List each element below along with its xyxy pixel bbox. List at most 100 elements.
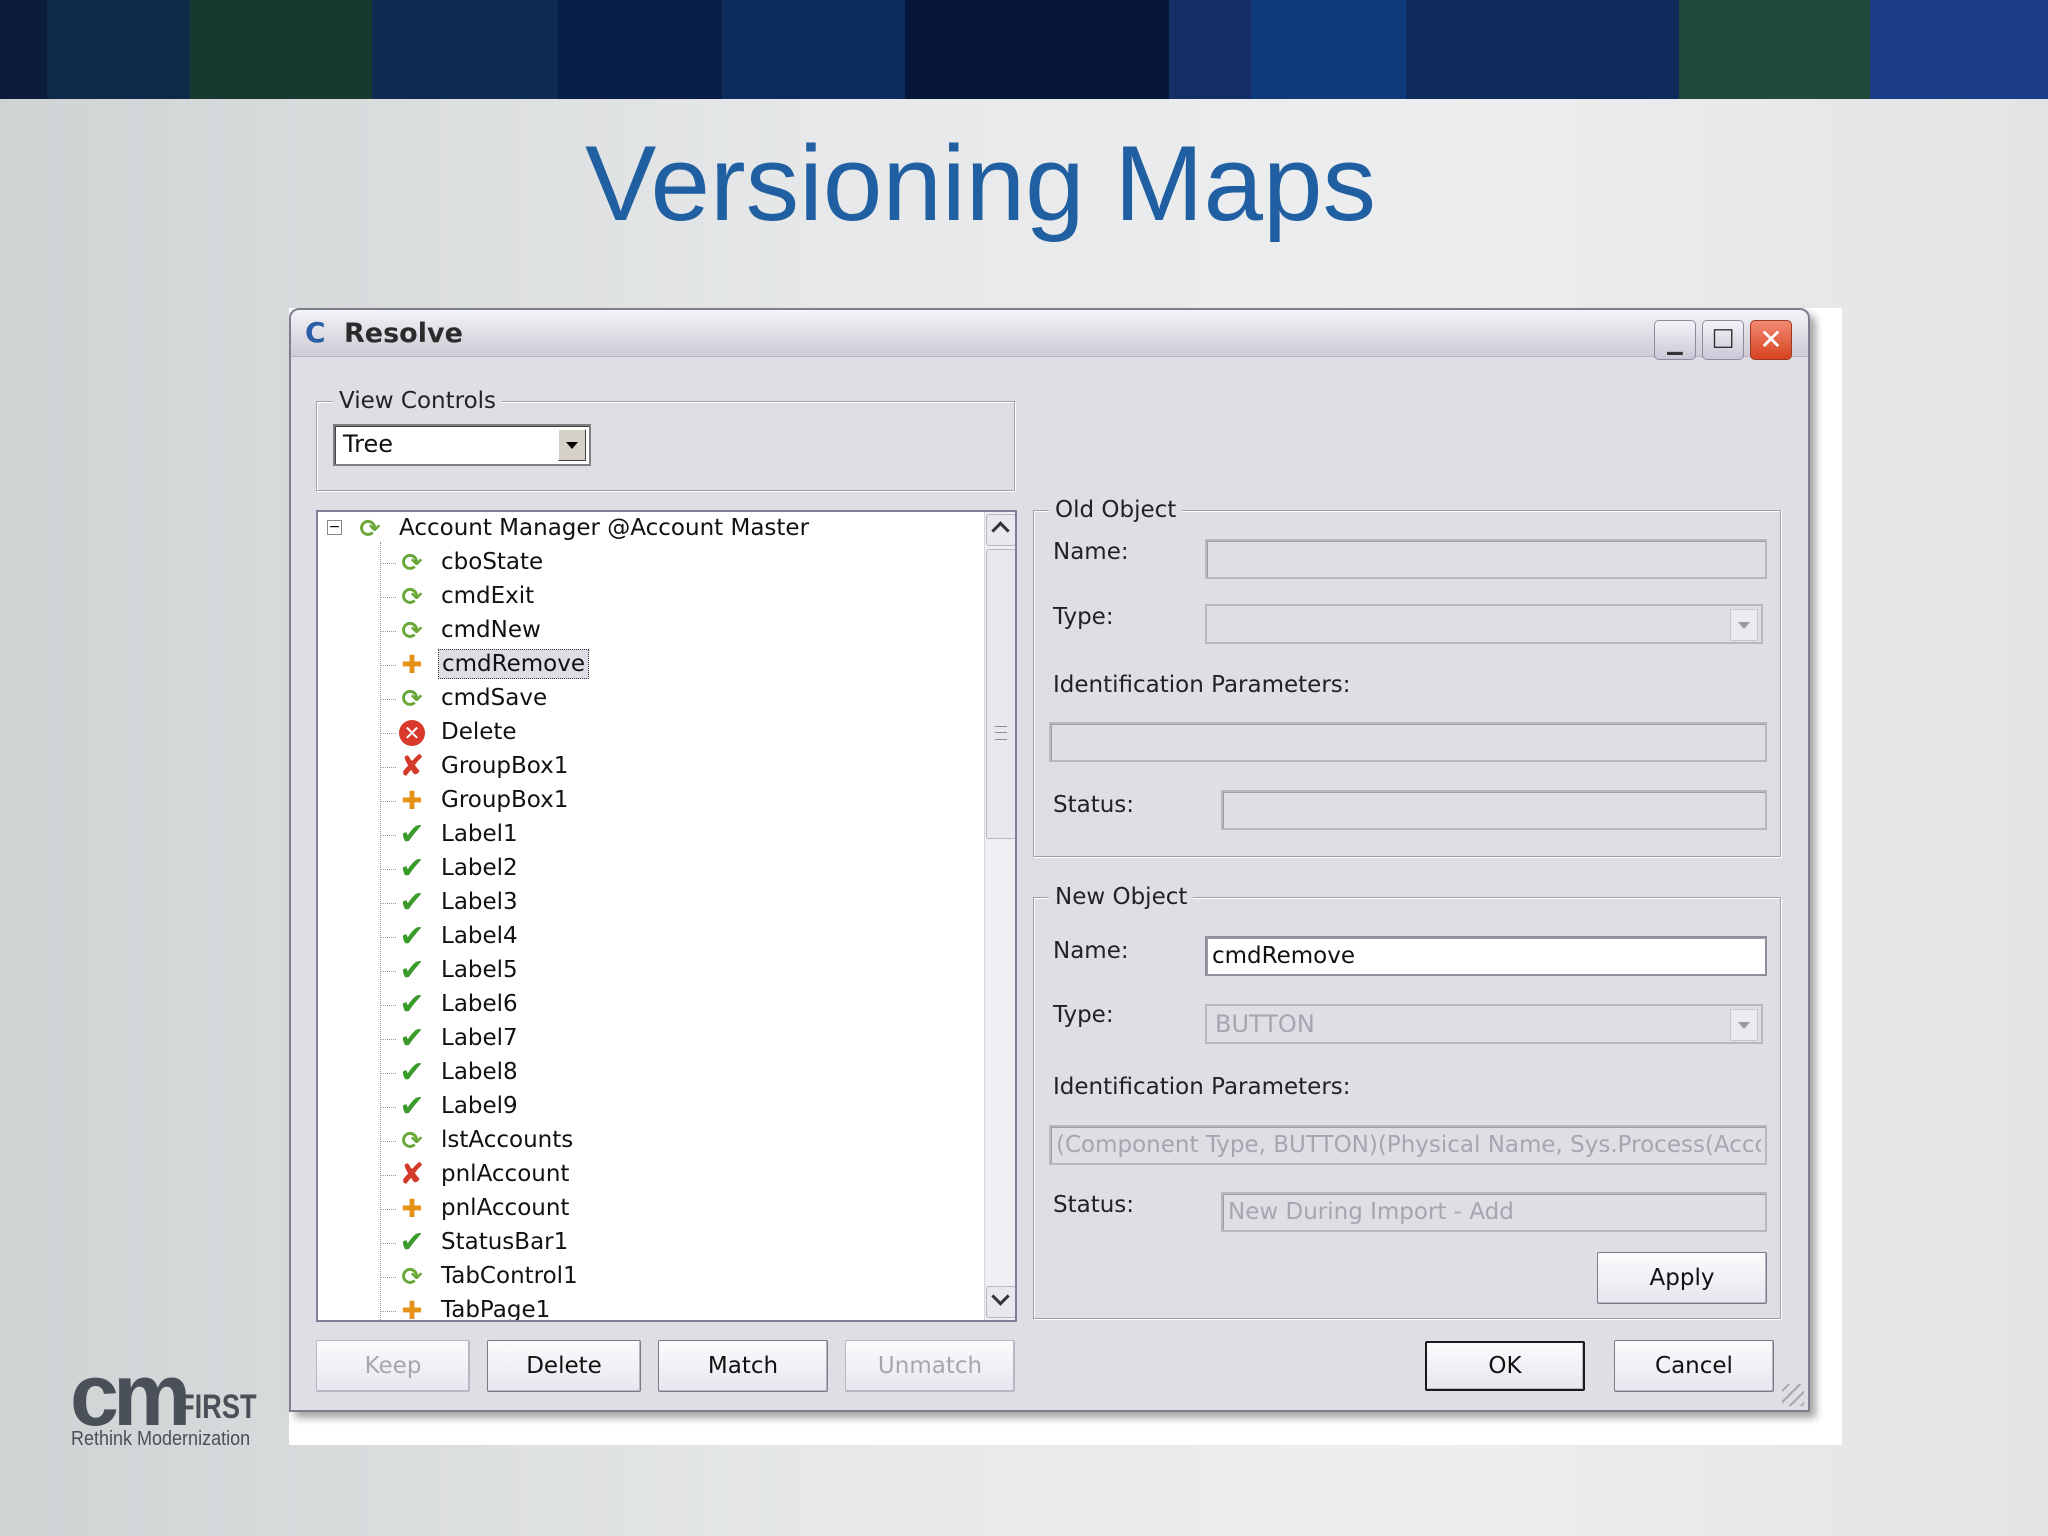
tree-branch-line [380,631,396,632]
plus-icon: ✚ [401,1296,423,1321]
keep-button[interactable]: Keep [316,1340,470,1392]
maximize-icon: ☐ [1711,325,1735,355]
close-icon: ✕ [1759,323,1783,356]
header-band [0,0,2048,99]
tree-item[interactable]: ⟳ cmdNew [318,614,978,648]
tree-item[interactable]: ✔ StatusBar1 [318,1226,978,1260]
tree-item[interactable]: ✘ GroupBox1 [318,750,978,784]
unmatch-button[interactable]: Unmatch [845,1340,1015,1392]
new-id-value: (Component Type, BUTTON)(Physical Name, … [1056,1132,1761,1158]
resize-grip-icon[interactable] [1782,1384,1804,1406]
band-segment [558,0,723,99]
tree-branch-line [380,1005,396,1006]
band-segment [1168,0,1251,99]
delete-button[interactable]: Delete [487,1340,641,1392]
check-icon: ✔ [399,1055,425,1090]
tree-item[interactable]: ✔ Label9 [318,1090,978,1124]
tree-branch-line [380,665,396,666]
close-button[interactable]: ✕ [1750,320,1792,360]
tree-branch-line [380,835,396,836]
tree-item-label: Label4 [441,923,518,949]
tree-root-row[interactable]: − ⟳ Account Manager @Account Master [318,512,978,546]
resolve-dialog: C Resolve ▁ ☐ ✕ View Controls Tree − ⟳ Acc… [289,308,1810,1412]
tree-content: − ⟳ Account Manager @Account Master ⟳ cboSta… [318,512,984,1320]
sync-icon: ⟳ [401,582,423,611]
tree-branch-line [380,1243,396,1244]
sync-icon: ⟳ [401,1126,423,1155]
tree-item[interactable]: ✔ Label5 [318,954,978,988]
minimize-button[interactable]: ▁ [1654,320,1696,360]
check-icon: ✔ [399,817,425,852]
tree-item[interactable]: ✚ cmdRemove [318,648,978,682]
chevron-down-icon [1730,1009,1758,1041]
tree-item[interactable]: ✚ TabPage1 [318,1294,978,1320]
band-segment [904,0,1169,99]
tree-branch-line [380,1141,396,1142]
tree-item[interactable]: ✕ Delete [318,716,978,750]
tree-item[interactable]: ⟳ cmdExit [318,580,978,614]
view-mode-select[interactable]: Tree [333,424,591,466]
old-name-field [1205,539,1767,579]
tree-scrollbar[interactable] [984,512,1015,1320]
old-name-label: Name: [1053,539,1129,565]
tree-item[interactable]: ✔ Label1 [318,818,978,852]
scroll-up-button[interactable] [986,514,1015,546]
old-status-field [1221,790,1767,830]
new-object-legend: New Object [1049,884,1194,910]
match-button[interactable]: Match [658,1340,828,1392]
sync-icon: ⟳ [401,1262,423,1291]
band-segment [47,0,190,99]
band-segment [1870,0,2048,99]
check-icon: ✔ [399,919,425,954]
tree-item[interactable]: ⟳ lstAccounts [318,1124,978,1158]
tree-item[interactable]: ✔ Label3 [318,886,978,920]
tree-item-label: StatusBar1 [441,1229,569,1255]
old-object-legend: Old Object [1049,497,1183,523]
grip-icon [995,726,1007,740]
plus-icon: ✚ [401,650,423,679]
plus-icon: ✚ [401,786,423,815]
error-circle-icon: ✕ [399,720,425,746]
tree-item[interactable]: ⟳ cmdSave [318,682,978,716]
maximize-button[interactable]: ☐ [1702,320,1744,360]
new-status-label: Status: [1053,1192,1135,1218]
old-id-label: Identification Parameters: [1053,672,1351,698]
scroll-down-button[interactable] [986,1286,1015,1318]
logo-mark: cm [70,1345,191,1444]
tree-item[interactable]: ✚ pnlAccount [318,1192,978,1226]
cancel-button[interactable]: Cancel [1614,1340,1774,1392]
band-segment [371,0,559,99]
check-icon: ✔ [399,1021,425,1056]
chevron-down-icon [1730,609,1758,641]
tree-item[interactable]: ✘ pnlAccount [318,1158,978,1192]
old-status-label: Status: [1053,792,1135,818]
apply-button[interactable]: Apply [1597,1252,1767,1304]
tree-branch-line [380,733,396,734]
ok-button[interactable]: OK [1425,1341,1585,1391]
cross-icon: ✘ [399,1157,425,1192]
object-tree[interactable]: − ⟳ Account Manager @Account Master ⟳ cboSta… [316,510,1017,1322]
tree-item[interactable]: ✔ Label7 [318,1022,978,1056]
scroll-thumb[interactable] [986,549,1015,839]
tree-root-label: Account Manager @Account Master [399,515,810,541]
chevron-down-icon[interactable] [558,429,586,461]
title-bar[interactable]: C Resolve ▁ ☐ ✕ [291,310,1808,360]
tree-item[interactable]: ✚ GroupBox1 [318,784,978,818]
tree-item[interactable]: ✔ Label4 [318,920,978,954]
tree-branch-line [380,1107,396,1108]
new-name-field[interactable]: cmdRemove [1205,936,1767,976]
tree-item-label: TabPage1 [441,1297,551,1320]
old-type-label: Type: [1053,604,1114,630]
tree-item-label: Label9 [441,1093,518,1119]
tree-branch-line [380,563,396,564]
tree-item[interactable]: ⟳ cboState [318,546,978,580]
tree-item[interactable]: ✔ Label8 [318,1056,978,1090]
band-segment [1250,0,1406,99]
collapse-icon[interactable]: − [327,520,342,535]
tree-item-label: Delete [441,719,517,745]
tree-item[interactable]: ✔ Label2 [318,852,978,886]
tree-item[interactable]: ⟳ TabControl1 [318,1260,978,1294]
plus-icon: ✚ [401,1194,423,1223]
tree-branch-line [380,801,396,802]
tree-item[interactable]: ✔ Label6 [318,988,978,1022]
